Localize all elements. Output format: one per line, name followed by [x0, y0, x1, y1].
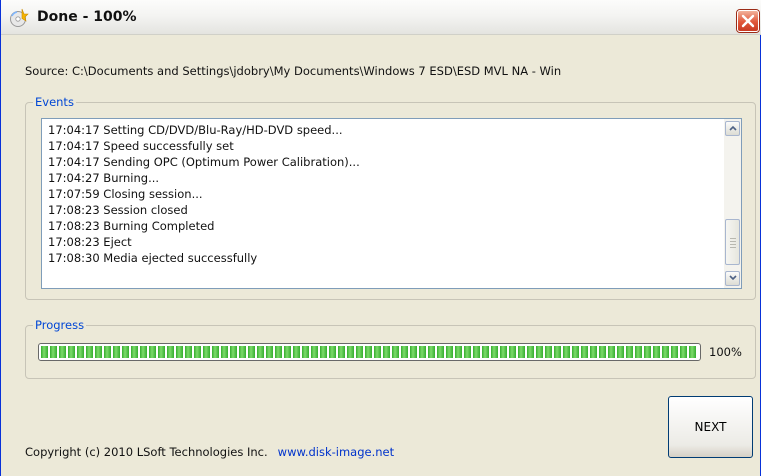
scroll-up-button[interactable] — [725, 121, 740, 136]
event-line: 17:04:17 Speed successfully set — [48, 139, 234, 153]
progress-fill — [41, 346, 698, 358]
close-icon — [741, 14, 755, 28]
progress-bar — [38, 343, 701, 361]
event-line: 17:08:23 Session closed — [48, 203, 188, 217]
events-scrollbar[interactable] — [724, 119, 741, 288]
dialog-window: Done - 100% Source: C:\Documents and Set… — [0, 0, 761, 476]
scroll-down-button[interactable] — [725, 271, 740, 286]
chevron-up-icon — [729, 125, 737, 131]
grip-line — [730, 238, 736, 239]
event-line: 17:04:17 Setting CD/DVD/Blu-Ray/HD-DVD s… — [48, 123, 343, 137]
progress-group-label: Progress — [33, 318, 87, 332]
window-title: Done - 100% — [37, 9, 137, 25]
event-line: 17:04:17 Sending OPC (Optimum Power Cali… — [48, 155, 360, 169]
events-group-label: Events — [33, 95, 76, 109]
source-path: Source: C:\Documents and Settings\jdobry… — [25, 64, 562, 78]
events-log[interactable]: 17:04:17 Setting CD/DVD/Blu-Ray/HD-DVD s… — [41, 118, 742, 289]
progress-group: Progress 100% — [25, 318, 756, 379]
events-lines: 17:04:17 Setting CD/DVD/Blu-Ray/HD-DVD s… — [48, 122, 713, 266]
grip-line — [730, 241, 736, 242]
website-link[interactable]: www.disk-image.net — [278, 445, 394, 459]
event-line: 17:08:23 Burning Completed — [48, 219, 215, 233]
progress-percent: 100% — [709, 345, 742, 359]
title-bar[interactable]: Done - 100% — [1, 0, 761, 35]
scroll-thumb[interactable] — [725, 219, 740, 265]
grip-line — [730, 247, 736, 248]
event-line: 17:08:23 Eject — [48, 235, 132, 249]
grip-line — [730, 244, 736, 245]
event-line: 17:08:30 Media ejected successfully — [48, 251, 258, 265]
events-group: Events 17:04:17 Setting CD/DVD/Blu-Ray/H… — [25, 95, 756, 300]
copyright-text: Copyright (c) 2010 LSoft Technologies In… — [25, 445, 268, 459]
chevron-down-icon — [729, 275, 737, 281]
copyright-footer: Copyright (c) 2010 LSoft Technologies In… — [25, 445, 394, 459]
disc-burner-icon — [9, 8, 29, 28]
event-line: 17:07:59 Closing session... — [48, 187, 203, 201]
close-button[interactable] — [737, 10, 759, 32]
next-button[interactable]: NEXT — [668, 396, 753, 458]
event-line: 17:04:27 Burning... — [48, 171, 160, 185]
